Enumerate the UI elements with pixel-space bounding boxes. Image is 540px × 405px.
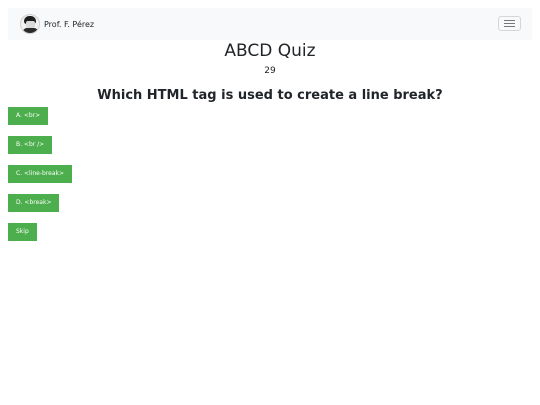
navbar: Prof. F. Pérez xyxy=(8,8,532,40)
brand-name: Prof. F. Pérez xyxy=(44,19,95,29)
brand-link[interactable]: Prof. F. Pérez xyxy=(20,14,94,34)
skip-button[interactable]: Skip xyxy=(8,223,37,241)
quiz-title: ABCD Quiz xyxy=(224,41,316,61)
question-text: Which HTML tag is used to create a line … xyxy=(97,88,443,103)
question-counter: 29 xyxy=(264,66,276,76)
hamburger-menu-icon xyxy=(504,20,515,21)
professor-avatar-icon xyxy=(20,14,40,34)
answer-list: A. <br> B. <br /> C. <line-break> D. <br… xyxy=(8,107,73,252)
menu-toggle-button[interactable] xyxy=(498,16,521,31)
answer-a-button[interactable]: A. <br> xyxy=(8,107,49,125)
answer-d-button[interactable]: D. <break> xyxy=(8,194,60,212)
answer-b-button[interactable]: B. <br /> xyxy=(8,136,53,154)
answer-c-button[interactable]: C. <line-break> xyxy=(8,165,73,183)
